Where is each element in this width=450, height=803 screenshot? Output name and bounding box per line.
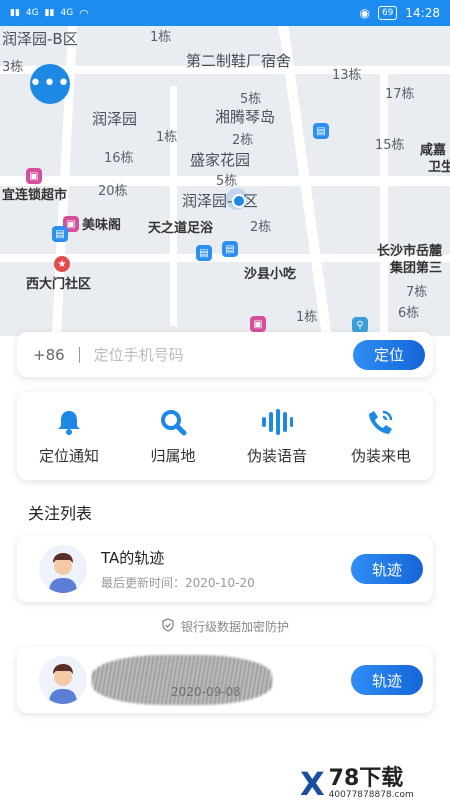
building-label: 5栋 — [216, 174, 238, 189]
follow-name: TA的轨迹 — [101, 549, 165, 567]
phone-number-input[interactable] — [93, 345, 353, 364]
map-label: 西大门社区 — [26, 277, 92, 292]
building-label: 20栋 — [98, 184, 128, 199]
feature-fake-call[interactable]: 伪装来电 — [329, 392, 433, 480]
building-label: 1栋 — [296, 310, 318, 325]
battery-indicator: 69 — [377, 6, 398, 20]
status-bar: ▮▮ 4G ▮▮ 4G ◠ ◉ 69 14:28 — [0, 0, 450, 26]
security-note: 银行级数据加密防护 — [0, 618, 450, 635]
bell-icon — [54, 407, 84, 437]
network-type-2: 4G — [60, 8, 74, 18]
security-note-text: 银行级数据加密防护 — [180, 620, 289, 634]
feature-label: 伪装语音 — [246, 446, 307, 465]
building-label: 7栋 — [406, 285, 428, 300]
feature-locate-notify[interactable]: 定位通知 — [17, 392, 121, 480]
building-label: 5栋 — [240, 92, 262, 107]
wifi-icon: ◠ — [79, 6, 89, 20]
feature-fake-voice[interactable]: 伪装语音 — [225, 392, 329, 480]
map-label: 沙县小吃 — [244, 267, 297, 282]
bus-stop-icon: ▤ — [196, 245, 212, 261]
phone-search-bar: +86 定位 — [17, 332, 433, 377]
map-label: 盛家花园 — [190, 151, 251, 169]
watermark-x-icon: X — [300, 765, 325, 803]
building-label: 6栋 — [398, 306, 420, 321]
avatar — [39, 656, 87, 704]
map-view[interactable]: 润泽园-B区 第二制鞋厂宿舍 润泽园 湘腾琴岛 盛家花园 润泽园-C区 宜连锁超… — [0, 26, 450, 336]
follow-item[interactable]: 2020-09-08 轨迹 — [17, 647, 433, 713]
map-label: 美味阁 — [82, 218, 122, 233]
voice-wave-icon — [260, 407, 294, 437]
watermark-text: 78下载 — [328, 766, 404, 791]
signal-icon: ▮▮ — [10, 8, 20, 18]
watermark-url: 40077878878.com — [328, 790, 414, 800]
building-label: 3栋 — [2, 60, 24, 75]
feature-label: 定位通知 — [38, 446, 99, 465]
building-label: 17栋 — [385, 87, 415, 102]
follow-list-title: 关注列表 — [28, 504, 93, 523]
feature-attribution[interactable]: 归属地 — [121, 392, 225, 480]
shield-icon — [161, 618, 175, 635]
map-label: 湘腾琴岛 — [215, 108, 276, 126]
more-icon: ••• — [29, 71, 71, 96]
follow-item[interactable]: TA的轨迹 最后更新时间：2020-10-20 轨迹 — [17, 536, 433, 602]
map-label: 润泽园-B区 — [2, 30, 78, 48]
shop-icon: ▣ — [26, 168, 42, 184]
shop-icon: ▣ — [250, 316, 266, 332]
locate-button[interactable]: 定位 — [353, 339, 425, 370]
building-label: 2栋 — [250, 220, 272, 235]
building-label: 15栋 — [375, 138, 405, 153]
location-status-icon: ◉ — [359, 6, 370, 20]
signal-icon-2: ▮▮ — [44, 8, 55, 18]
bus-stop-icon: ▤ — [52, 226, 68, 242]
track-button[interactable]: 轨迹 — [351, 554, 423, 584]
search-icon — [158, 407, 188, 437]
network-type-1: 4G — [25, 8, 39, 18]
phone-call-icon — [366, 407, 396, 437]
map-label: 宜连锁超市 — [2, 188, 68, 203]
feature-label: 归属地 — [150, 446, 196, 465]
watermark-logo: X 78下载 40077878878.com — [300, 764, 450, 803]
track-button[interactable]: 轨迹 — [351, 665, 423, 695]
map-label: 润泽园 — [92, 110, 138, 128]
feature-label: 伪装来电 — [350, 446, 411, 465]
map-label: 集团第三 — [390, 261, 443, 276]
last-update-time: 最后更新时间：2020-10-20 — [101, 576, 255, 590]
map-menu-button[interactable]: ••• — [29, 64, 71, 104]
country-code[interactable]: +86 — [33, 346, 65, 364]
restroom-icon: ⚲ — [352, 317, 368, 333]
feature-panel: 定位通知 归属地 伪装语音 伪装来电 — [17, 392, 433, 480]
building-label: 16栋 — [104, 151, 134, 166]
avatar — [39, 545, 87, 593]
redaction-scribble — [92, 655, 272, 705]
building-label: 13栋 — [332, 68, 362, 83]
clock: 14:28 — [405, 6, 440, 20]
bus-stop-icon: ▤ — [313, 123, 329, 139]
building-label: 2栋 — [232, 133, 254, 148]
divider — [78, 346, 80, 363]
map-label: 第二制鞋厂宿舍 — [186, 52, 292, 70]
building-label: 1栋 — [156, 130, 178, 145]
community-icon: ★ — [54, 256, 70, 272]
map-label: 天之道足浴 — [148, 221, 214, 236]
map-label: 卫生 — [428, 160, 450, 175]
current-location-marker — [226, 188, 248, 210]
building-label: 1栋 — [150, 30, 172, 45]
bus-stop-icon: ▤ — [222, 241, 238, 257]
